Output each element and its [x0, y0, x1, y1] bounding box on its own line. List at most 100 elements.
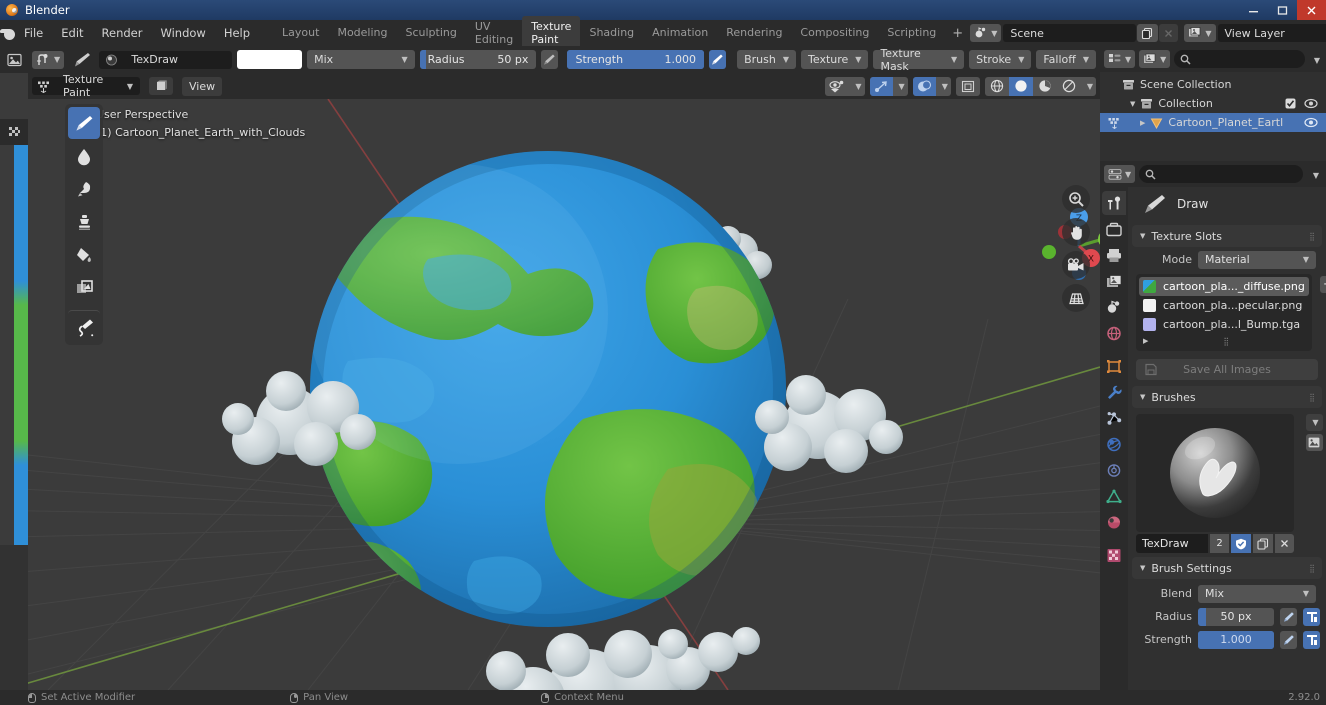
brush-color-swatch[interactable] — [237, 50, 303, 69]
view-layer-name-field[interactable]: View Layer — [1217, 24, 1326, 42]
blend-mode-dropdown[interactable]: Mix ▼ — [307, 50, 415, 69]
radius-pressure-icon[interactable] — [1280, 607, 1297, 626]
radius-slider[interactable]: Radius 50 px — [419, 50, 537, 69]
menu-help[interactable]: Help — [215, 23, 259, 43]
object-tab[interactable] — [1102, 354, 1126, 378]
texture-slots-panel-header[interactable]: ▼ Texture Slots ⣿ — [1132, 225, 1322, 247]
strength-slider[interactable]: Strength 1.000 — [567, 50, 705, 69]
modifier-tab[interactable] — [1102, 380, 1126, 404]
outliner-filter-icon[interactable]: ▼ — [1139, 50, 1171, 68]
eye-icon[interactable] — [1304, 117, 1318, 128]
texture-slot-item[interactable]: cartoon_pla..._diffuse.png — [1139, 277, 1309, 296]
duplicate-brush-button[interactable] — [1253, 534, 1273, 553]
brush-menu[interactable]: Brush ▼ — [737, 50, 797, 69]
brush-radius-slider[interactable]: 50 px — [1198, 607, 1274, 626]
brush-settings-panel-header[interactable]: ▼ Brush Settings ⣿ — [1132, 557, 1322, 579]
world-tab[interactable] — [1102, 321, 1126, 345]
wireframe-shading-icon[interactable] — [985, 77, 1009, 96]
tab-shading[interactable]: Shading — [580, 22, 643, 44]
soften-tool[interactable] — [68, 140, 100, 172]
properties-options-chevron-icon[interactable]: ▼ — [1307, 168, 1322, 181]
interaction-mode-dropdown[interactable]: Texture Paint ▼ — [56, 73, 140, 99]
view-menu[interactable]: View — [182, 76, 223, 96]
constraints-tab[interactable] — [1102, 458, 1126, 482]
editor-type-icon[interactable] — [32, 77, 56, 95]
radius-pressure-icon[interactable] — [541, 50, 559, 69]
clone-tool[interactable] — [68, 206, 100, 238]
texture-slot-list[interactable]: cartoon_pla..._diffuse.png cartoon_pla..… — [1136, 274, 1312, 351]
close-button[interactable] — [1297, 0, 1326, 20]
material-tab[interactable] — [1102, 510, 1126, 534]
image-editor-type-icon[interactable] — [0, 46, 28, 73]
texture-slot-item[interactable]: cartoon_pla...l_Bump.tga — [1139, 315, 1309, 334]
panel-collapse-icon[interactable]: ▼ — [1140, 232, 1145, 240]
output-tab[interactable] — [1102, 243, 1126, 267]
properties-search-input[interactable] — [1139, 165, 1303, 183]
brush-users-count[interactable]: 2 — [1210, 534, 1229, 553]
texture-slot-item[interactable]: cartoon_pla...pecular.png — [1139, 296, 1309, 315]
texture-slot-mode-dropdown[interactable]: Material ▼ — [1198, 250, 1316, 269]
menu-render[interactable]: Render — [93, 23, 152, 43]
camera-icon[interactable] — [1062, 251, 1090, 279]
collection-expand-icon[interactable]: ▼ — [1130, 100, 1135, 108]
ortho-grid-icon[interactable] — [1062, 284, 1090, 312]
tab-rendering[interactable]: Rendering — [717, 22, 791, 44]
brush-preview[interactable] — [1136, 414, 1294, 532]
view-layer-browse-icon[interactable]: ▼ — [1184, 24, 1216, 42]
gizmo-toggle-icon[interactable] — [869, 76, 893, 96]
maximize-button[interactable] — [1268, 0, 1297, 20]
outliner-display-mode-icon[interactable]: ▼ — [1104, 50, 1136, 68]
strength-pressure-icon[interactable] — [709, 50, 727, 69]
minimize-button[interactable] — [1239, 0, 1268, 20]
outliner-row-object[interactable]: ▶ Cartoon_Planet_Eartl — [1100, 113, 1326, 132]
view-layer-tab[interactable] — [1102, 269, 1126, 293]
3d-viewport[interactable]: Z Y X User Perspective (1) Cartoon_Plane… — [28, 99, 1100, 690]
add-workspace-button[interactable]: + — [945, 24, 970, 43]
radius-unit-icon[interactable] — [1303, 607, 1320, 626]
save-all-images-button[interactable]: Save All Images — [1136, 359, 1318, 380]
brush-browse-icon[interactable] — [99, 50, 125, 69]
image-editor-mode-icon[interactable] — [0, 119, 28, 145]
menu-window[interactable]: Window — [151, 23, 214, 43]
gizmo-dropdown-icon[interactable]: ▼ — [893, 77, 908, 96]
fill-tool[interactable] — [68, 239, 100, 271]
panel-drag-handle[interactable]: ⣿ — [1309, 393, 1322, 402]
unlink-scene-button[interactable] — [1159, 24, 1179, 42]
overlays-toggle-icon[interactable] — [912, 76, 936, 96]
brush-name-field[interactable]: TexDraw — [1136, 534, 1208, 553]
menu-edit[interactable]: Edit — [52, 23, 92, 43]
brush-strength-slider[interactable]: 1.000 — [1198, 630, 1274, 649]
scene-tab[interactable] — [1102, 295, 1126, 319]
show-hide-icon[interactable] — [825, 77, 849, 96]
brushes-panel-header[interactable]: ▼ Brushes ⣿ — [1132, 386, 1322, 408]
add-texture-slot-button[interactable]: + — [1319, 276, 1326, 293]
scene-browse-icon[interactable]: ▼ — [970, 24, 1002, 42]
panel-collapse-icon[interactable]: ▼ — [1140, 564, 1145, 572]
pan-hand-icon[interactable] — [1062, 218, 1090, 246]
blender-menu-icon[interactable] — [0, 20, 15, 46]
panel-drag-handle[interactable]: ⣿ — [1309, 564, 1322, 573]
overlays-dropdown-icon[interactable]: ▼ — [936, 77, 951, 96]
checkbox-icon[interactable] — [1285, 98, 1296, 109]
slot-list-resize-handle[interactable]: ⣿ — [1223, 337, 1230, 346]
render-tab[interactable] — [1102, 217, 1126, 241]
slot-list-expand-icon[interactable]: ▶ — [1143, 337, 1148, 345]
texture-mask-menu[interactable]: Texture Mask ▼ — [873, 47, 965, 73]
panel-drag-handle[interactable]: ⣿ — [1309, 232, 1322, 241]
outliner-row-collection[interactable]: ▼ Collection — [1100, 94, 1326, 113]
material-preview-shading-icon[interactable] — [1033, 77, 1057, 96]
scene-name-field[interactable]: Scene — [1003, 24, 1137, 42]
object-data-tab[interactable] — [1102, 484, 1126, 508]
annotate-tool[interactable] — [68, 310, 100, 342]
tab-layout[interactable]: Layout — [273, 22, 328, 44]
fake-user-toggle-icon[interactable] — [1231, 534, 1251, 553]
draw-tool[interactable] — [68, 107, 100, 139]
strength-unit-icon[interactable] — [1303, 630, 1320, 649]
xray-toggle-icon[interactable] — [956, 77, 980, 96]
solid-shading-icon[interactable] — [1008, 76, 1033, 96]
tab-animation[interactable]: Animation — [643, 22, 717, 44]
eye-icon[interactable] — [1304, 98, 1318, 109]
unlink-brush-button[interactable] — [1275, 534, 1294, 553]
physics-tab[interactable] — [1102, 432, 1126, 456]
tool-tab[interactable] — [1102, 191, 1126, 215]
